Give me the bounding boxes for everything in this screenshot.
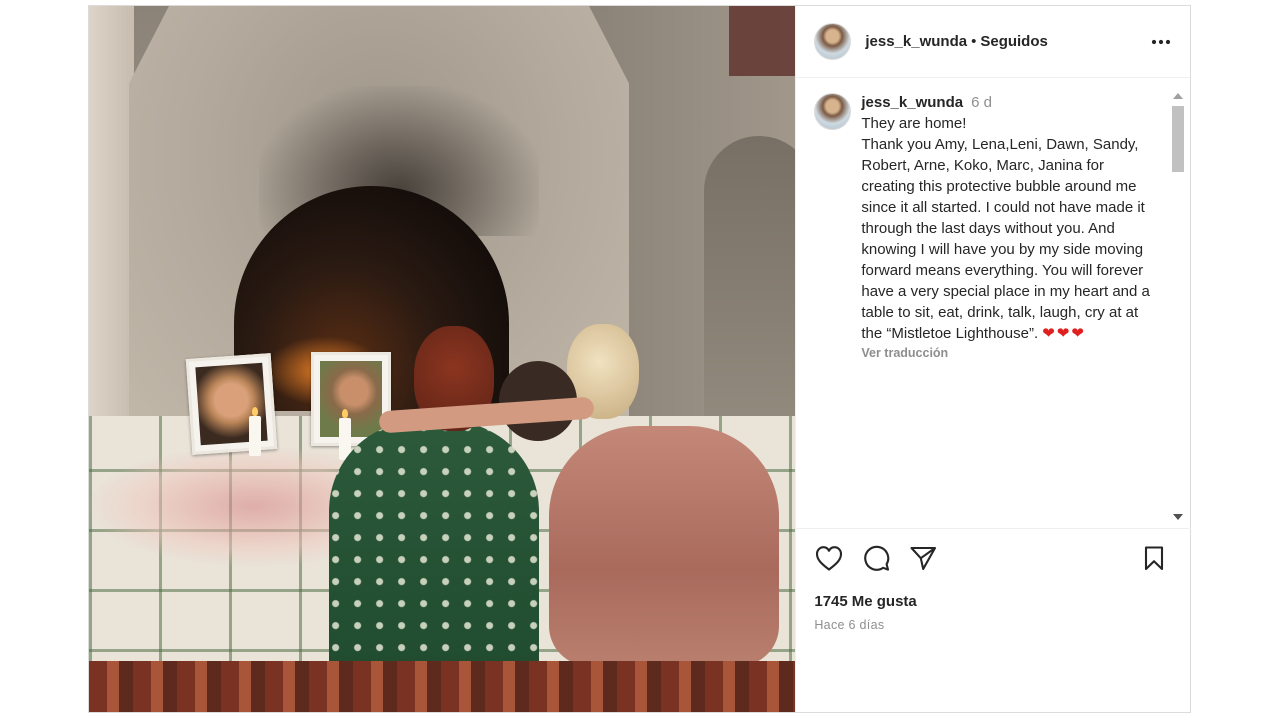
instagram-post: jess_k_wunda • Seguidos jess_k_wunda 6 d …: [88, 5, 1192, 713]
photo-person-right: [549, 426, 779, 666]
author-username[interactable]: jess_k_wunda: [865, 33, 967, 50]
heart-icon[interactable]: [814, 543, 844, 573]
see-translation-link[interactable]: Ver traducción: [861, 346, 948, 360]
photo-candle: [249, 407, 261, 456]
post-photo[interactable]: [89, 6, 796, 712]
heart-emojis: ❤❤❤: [1042, 325, 1087, 342]
more-options-icon[interactable]: [1148, 32, 1174, 52]
photo-curtain: [729, 6, 796, 76]
photo-portrait-frame-left: [185, 353, 278, 455]
caption-body: jess_k_wunda 6 d They are home! Thank you…: [861, 93, 1151, 362]
comments-scrollbar[interactable]: [1167, 84, 1189, 529]
post-header: jess_k_wunda • Seguidos: [796, 6, 1190, 78]
photo-wall-left: [89, 6, 134, 436]
author-avatar[interactable]: [814, 23, 852, 60]
post-side-panel: jess_k_wunda • Seguidos jess_k_wunda 6 d …: [795, 6, 1192, 712]
photo-alcove: [704, 136, 796, 426]
bookmark-icon[interactable]: [1139, 543, 1169, 573]
scroll-down-arrow-icon[interactable]: [1173, 514, 1183, 520]
caption-text: They are home! Thank you Amy, Lena,Leni,…: [861, 113, 1151, 344]
caption-meta: jess_k_wunda 6 d: [861, 93, 1151, 113]
photo-rug: [89, 661, 796, 712]
scroll-up-arrow-icon[interactable]: [1173, 93, 1183, 99]
header-separator: •: [971, 33, 977, 50]
caption-avatar[interactable]: [814, 93, 852, 130]
action-icons-row: [814, 543, 1173, 573]
caption: jess_k_wunda 6 d They are home! Thank you…: [814, 93, 1176, 362]
caption-text-content: They are home! Thank you Amy, Lena,Leni,…: [861, 115, 1150, 342]
post-timestamp[interactable]: Hace 6 días: [814, 618, 1173, 632]
post-actions: 1745 Me gusta Hace 6 días: [796, 528, 1192, 632]
scrollbar-thumb[interactable]: [1172, 106, 1184, 172]
share-icon[interactable]: [908, 543, 938, 573]
caption-username[interactable]: jess_k_wunda: [861, 94, 963, 111]
comment-icon[interactable]: [861, 543, 891, 573]
photo-person-left: [329, 421, 539, 701]
likes-label: Me gusta: [851, 593, 917, 610]
likes-number: 1745: [814, 593, 848, 610]
follow-status-button[interactable]: Seguidos: [980, 33, 1048, 50]
caption-time[interactable]: 6 d: [971, 94, 992, 111]
comments-area[interactable]: jess_k_wunda 6 d They are home! Thank you…: [796, 79, 1176, 527]
likes-count[interactable]: 1745 Me gusta: [814, 593, 1173, 610]
